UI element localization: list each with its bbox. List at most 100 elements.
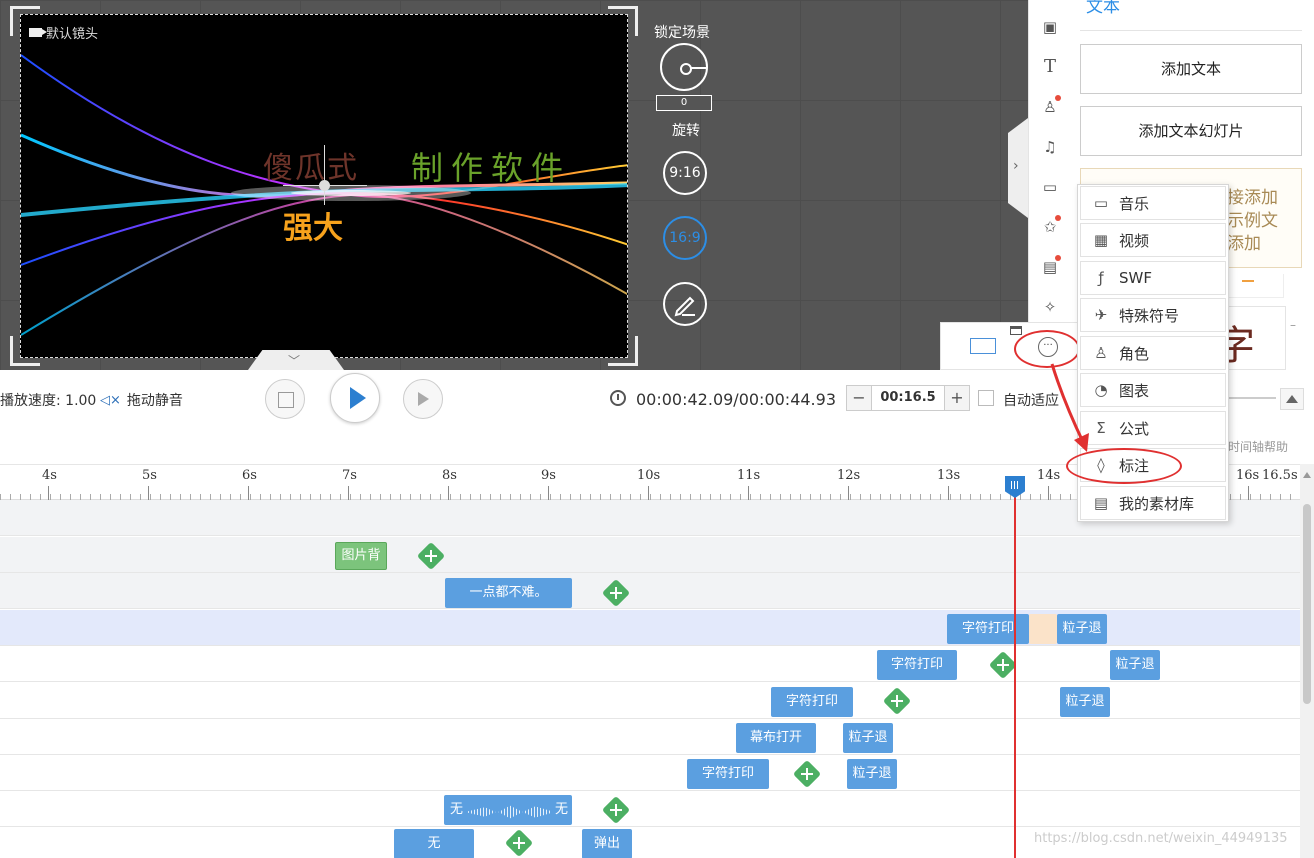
panel-divider bbox=[1080, 30, 1302, 31]
timeline-clip[interactable]: 一点都不难。 bbox=[445, 578, 572, 608]
timeline-clip[interactable]: 粒子退 bbox=[843, 723, 893, 753]
anchor-vertical-line bbox=[324, 145, 325, 205]
gallery-tool-icon[interactable]: ▤ bbox=[1039, 255, 1061, 278]
auto-fit-checkbox[interactable] bbox=[978, 390, 994, 406]
play-from-here-button[interactable] bbox=[403, 379, 443, 419]
timeline-clip[interactable]: 无 bbox=[394, 829, 474, 858]
menu-item-swf[interactable]: ƒ SWF bbox=[1080, 261, 1226, 295]
timeline-clip[interactable]: 粒子退 bbox=[1060, 687, 1110, 717]
zoom-plus-button[interactable]: + bbox=[945, 386, 969, 410]
timeline-clip[interactable]: 字符打印 bbox=[947, 614, 1029, 644]
timeline-clip[interactable]: 弹出 bbox=[582, 829, 632, 858]
timeline-track[interactable] bbox=[0, 537, 1300, 573]
edit-pen-button[interactable] bbox=[663, 282, 707, 326]
ruler-label: 5s bbox=[142, 468, 157, 483]
music-tool-icon[interactable]: ♫ bbox=[1039, 136, 1061, 158]
timeline-clip[interactable]: 字符打印 bbox=[877, 650, 957, 680]
timeline-clip[interactable]: 粒子退 bbox=[1110, 650, 1160, 680]
drag-mute-toggle[interactable]: ◁× 拖动静音 bbox=[100, 390, 183, 410]
ruler-label: 9s bbox=[541, 468, 556, 483]
effect-tool-icon[interactable]: ✩ bbox=[1039, 215, 1061, 238]
ruler-label: 16.5s bbox=[1262, 468, 1298, 483]
timeline-clip[interactable]: 字符打印 bbox=[771, 687, 853, 717]
collapse-timeline-button[interactable] bbox=[1280, 388, 1304, 410]
collapse-preview-tab[interactable]: ﹀ bbox=[248, 350, 344, 370]
film-icon: ▦ bbox=[1093, 231, 1109, 249]
ruler-label: 6s bbox=[242, 468, 257, 483]
ruler-label: 10s bbox=[637, 468, 661, 483]
timeline-clip[interactable]: 粒子退 bbox=[847, 759, 897, 789]
scene-text-right[interactable]: 制作软件 bbox=[411, 143, 571, 189]
rotation-dial[interactable] bbox=[660, 43, 708, 91]
menu-item-my-library[interactable]: ▤ 我的素材库 bbox=[1080, 486, 1226, 520]
timeline-track[interactable] bbox=[0, 719, 1300, 755]
ratio-16-9-button[interactable]: 16:9 bbox=[663, 216, 707, 260]
timeline-clip[interactable]: 图片背 bbox=[335, 542, 387, 570]
timeline-scrollbar[interactable] bbox=[1300, 464, 1314, 858]
chevron-right-icon: › bbox=[1013, 158, 1019, 174]
ruler-label: 12s bbox=[837, 468, 861, 483]
add-text-slide-button[interactable]: 添加文本幻灯片 bbox=[1080, 106, 1302, 156]
text-tool-icon[interactable]: T bbox=[1039, 56, 1061, 78]
snapshot-button[interactable] bbox=[265, 379, 305, 419]
red-pointer-arrow bbox=[1050, 363, 1089, 452]
ruler-label: 13s bbox=[937, 468, 961, 483]
scene-text-left[interactable]: 傻瓜式 bbox=[263, 143, 359, 187]
bubble-tool-icon[interactable]: ▭ bbox=[1039, 176, 1061, 198]
rotate-label: 旋转 bbox=[672, 123, 700, 139]
timeline-track[interactable] bbox=[0, 573, 1300, 609]
play-button[interactable] bbox=[330, 373, 380, 423]
thumbnail-minus-icon[interactable]: – bbox=[1290, 318, 1296, 332]
timeline-help-link[interactable]: 时间轴帮助 bbox=[1228, 438, 1288, 455]
expand-panel-tab[interactable]: › bbox=[1008, 118, 1028, 218]
ruler-label: 14s bbox=[1037, 468, 1061, 483]
panel-title: 文本 bbox=[1086, 0, 1120, 17]
scroll-thumb[interactable] bbox=[1303, 504, 1311, 704]
ruler-label: 7s bbox=[342, 468, 357, 483]
ruler-label: 4s bbox=[42, 468, 57, 483]
menu-item-music[interactable]: ▭ 音乐 bbox=[1080, 186, 1226, 220]
zoom-value-input[interactable]: 00:16.5 bbox=[871, 386, 945, 410]
clock-icon bbox=[610, 390, 626, 406]
anchor-point-handle[interactable] bbox=[319, 180, 330, 191]
menu-item-special-symbols[interactable]: ✈ 特殊符号 bbox=[1080, 298, 1226, 332]
timeline-clip[interactable]: 幕布打开 bbox=[736, 723, 816, 753]
playback-speed[interactable]: 播放速度: 1.00 bbox=[0, 390, 96, 410]
timecode: 00:00:42.09/00:00:44.93 bbox=[636, 390, 836, 409]
hint-dash bbox=[1242, 280, 1254, 282]
add-text-button[interactable]: 添加文本 bbox=[1080, 44, 1302, 94]
playhead-line bbox=[1014, 486, 1016, 858]
watermark: https://blog.csdn.net/weixin_44949135 bbox=[1034, 831, 1288, 846]
ruler-label: 11s bbox=[737, 468, 761, 483]
ruler-label: 8s bbox=[442, 468, 457, 483]
window-min-icon[interactable] bbox=[1010, 326, 1022, 335]
camera-label: 默认镜头 bbox=[29, 23, 98, 42]
element-icon-bar: ▣ T ♙ ♫ ▭ ✩ ▤ ✧ bbox=[1028, 0, 1070, 325]
lock-scene-label[interactable]: 锁定场景 bbox=[654, 22, 710, 42]
airplane-icon: ✈ bbox=[1094, 306, 1108, 324]
image-tool-icon[interactable]: ▣ bbox=[1039, 16, 1061, 38]
menu-item-video[interactable]: ▦ 视频 bbox=[1080, 223, 1226, 257]
zoom-stepper: − 00:16.5 + bbox=[846, 385, 970, 411]
pen-icon bbox=[674, 296, 695, 317]
clip-gap bbox=[1029, 614, 1057, 644]
camera-icon bbox=[29, 28, 47, 37]
speaker-mute-icon: ◁× bbox=[100, 392, 121, 408]
scene-preview[interactable]: 默认镜头 傻瓜式 制作软件 强大 bbox=[20, 14, 628, 358]
timeline-track[interactable] bbox=[0, 646, 1300, 682]
screen-icon[interactable] bbox=[970, 338, 996, 354]
timeline-track[interactable] bbox=[0, 755, 1300, 791]
swf-icon: ƒ bbox=[1098, 269, 1104, 287]
rotation-angle-input[interactable]: 0 bbox=[656, 95, 712, 111]
timeline-clip[interactable]: 字符打印 bbox=[687, 759, 769, 789]
zoom-minus-button[interactable]: − bbox=[847, 386, 871, 410]
ratio-9-16-button[interactable]: 9:16 bbox=[663, 151, 707, 195]
ruler-label: 16s bbox=[1236, 468, 1260, 483]
timeline-clip[interactable]: 粒子退 bbox=[1057, 614, 1107, 644]
scene-text-strong[interactable]: 强大 bbox=[283, 203, 343, 247]
chevron-down-icon: ﹀ bbox=[288, 354, 301, 368]
timeline-track[interactable] bbox=[0, 791, 1300, 827]
magic-wand-icon[interactable]: ✧ bbox=[1039, 296, 1061, 318]
scroll-up-arrow[interactable] bbox=[1303, 472, 1311, 478]
role-tool-icon[interactable]: ♙ bbox=[1039, 95, 1061, 118]
